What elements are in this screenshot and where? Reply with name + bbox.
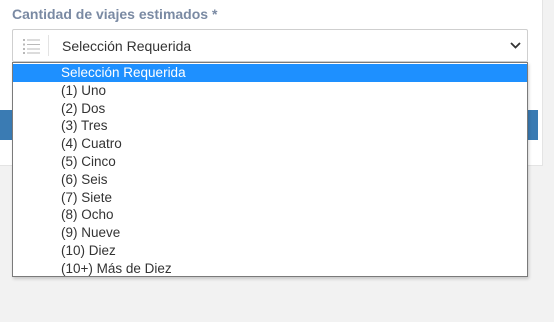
dropdown-option[interactable]: (10+) Más de Diez bbox=[13, 260, 527, 278]
button-edge-left[interactable] bbox=[0, 110, 12, 140]
dropdown-option[interactable]: (6) Seis bbox=[13, 171, 527, 189]
dropdown-list: Selección Requerida (1) Uno (2) Dos (3) … bbox=[12, 62, 528, 277]
field-label: Cantidad de viajes estimados * bbox=[12, 6, 218, 22]
dropdown-option[interactable]: (5) Cinco bbox=[13, 153, 527, 171]
trip-count-select[interactable]: Selección Requerida bbox=[12, 29, 528, 62]
dropdown-option[interactable]: (3) Tres bbox=[13, 117, 527, 135]
dropdown-option[interactable]: (9) Nueve bbox=[13, 224, 527, 242]
list-icon bbox=[23, 39, 40, 54]
button-edge-right[interactable] bbox=[528, 110, 538, 140]
dropdown-option[interactable]: (2) Dos bbox=[13, 100, 527, 118]
dropdown-option[interactable]: Selección Requerida bbox=[13, 64, 527, 82]
select-value: Selección Requerida bbox=[62, 38, 192, 54]
dropdown-option[interactable]: (7) Siete bbox=[13, 189, 527, 207]
dropdown-option[interactable]: (10) Diez bbox=[13, 242, 527, 260]
dropdown-option[interactable]: (4) Cuatro bbox=[13, 135, 527, 153]
icon-divider bbox=[48, 35, 49, 56]
dropdown-option[interactable]: (1) Uno bbox=[13, 82, 527, 100]
dropdown-option[interactable]: (8) Ocho bbox=[13, 206, 527, 224]
chevron-down-icon bbox=[510, 42, 521, 49]
